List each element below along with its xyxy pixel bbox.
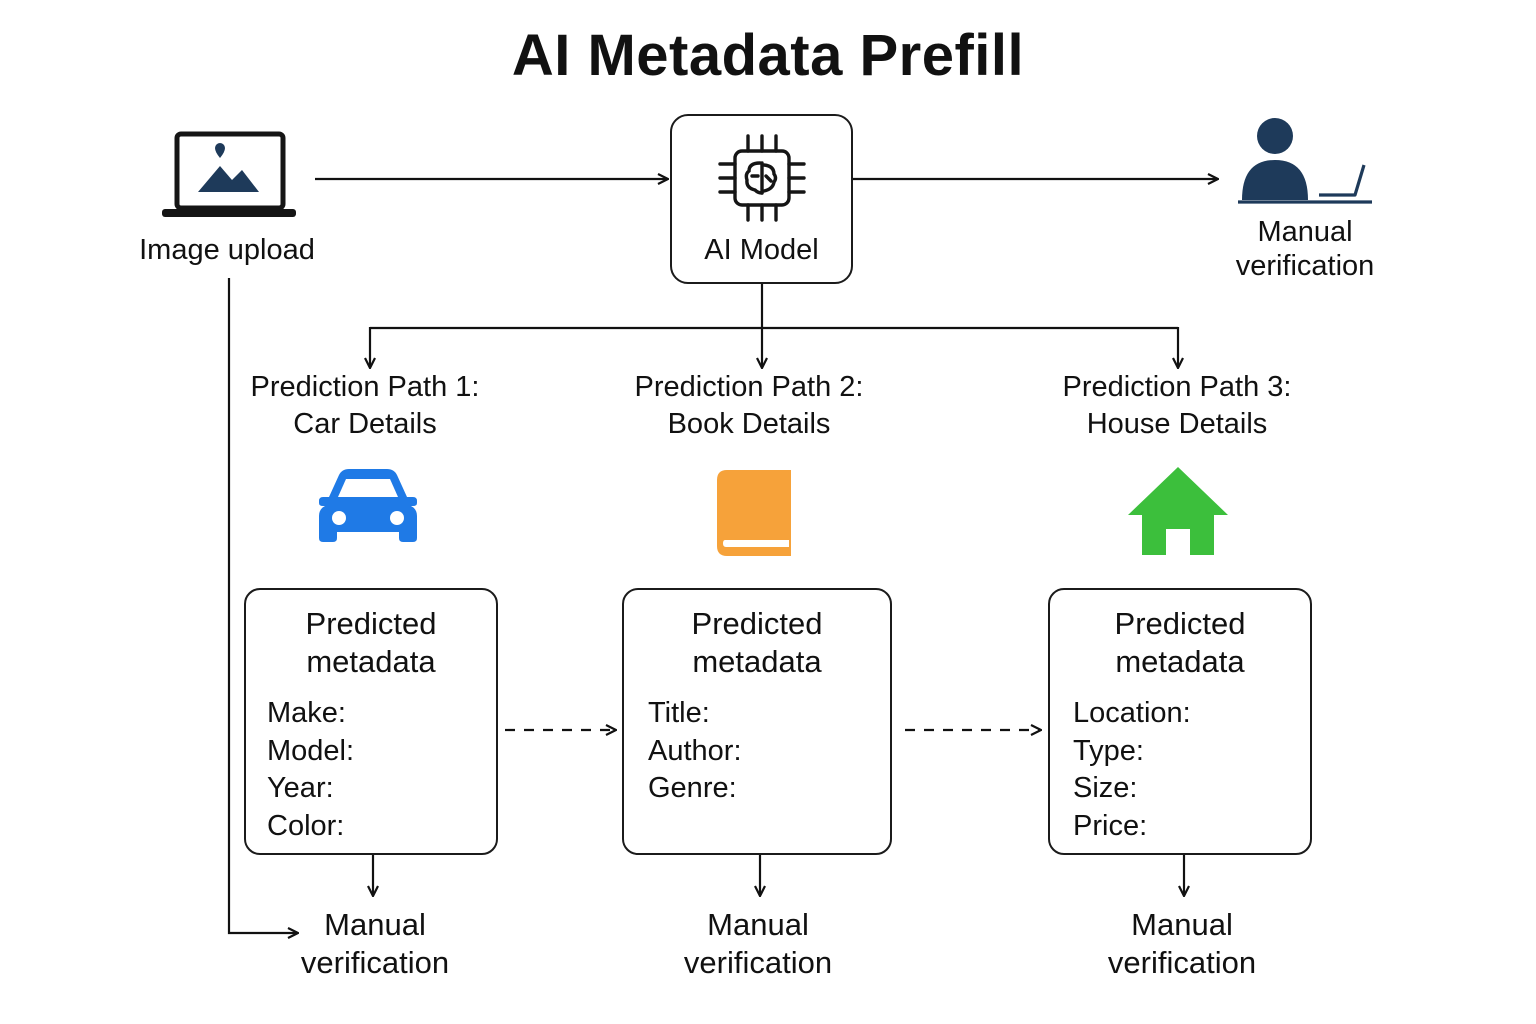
predicted-metadata-card-2: Predicted metadata Title: Author: Genre:: [622, 588, 892, 855]
top-verification-node: [1230, 112, 1380, 206]
field-location: Location:: [1073, 697, 1191, 729]
path-3-heading: Prediction Path 3: House Details: [1062, 371, 1292, 440]
house-icon: [1128, 467, 1228, 555]
book-icon: [717, 470, 791, 556]
verification-label-3: Manual verification: [1107, 907, 1257, 980]
path-1-heading: Prediction Path 1: Car Details: [250, 371, 480, 440]
field-make: Make:: [267, 697, 346, 729]
field-genre: Genre:: [648, 772, 737, 804]
path-2-heading: Prediction Path 2: Book Details: [634, 371, 864, 440]
field-price: Price:: [1073, 809, 1148, 842]
verification-label-1: Manual verification: [300, 907, 450, 980]
card-2-title: Predicted metadata: [691, 606, 823, 679]
field-size: Size:: [1073, 772, 1138, 804]
card-2-fields: Title: Author: Genre:: [624, 695, 890, 808]
field-color: Color:: [267, 809, 345, 842]
top-verification-label: Manual verification: [1235, 216, 1375, 282]
image-upload-node: [160, 130, 300, 222]
field-year: Year:: [267, 772, 334, 804]
card-1-fields: Make: Model: Year: Color:: [246, 695, 496, 845]
person-laptop-icon: [1238, 118, 1372, 204]
verification-label-2: Manual verification: [683, 907, 833, 980]
field-model: Model:: [267, 734, 355, 767]
card-1-title: Predicted metadata: [305, 606, 437, 679]
card-3-fields: Location: Type: Size: Price:: [1050, 695, 1310, 845]
field-title: Title:: [648, 697, 710, 729]
card-3-title: Predicted metadata: [1114, 606, 1246, 679]
field-author: Author:: [648, 734, 742, 767]
car-icon: [319, 469, 417, 542]
ai-chip-icon: [718, 134, 806, 222]
laptop-image-icon: [162, 131, 296, 217]
predicted-metadata-card-1: Predicted metadata Make: Model: Year: Co…: [244, 588, 498, 855]
field-type: Type:: [1073, 734, 1144, 767]
ai-model-label: AI Model: [704, 234, 819, 266]
diagram-title: AI Metadata Prefill: [511, 23, 1025, 88]
ai-model-node: AI Model: [670, 114, 853, 284]
predicted-metadata-card-3: Predicted metadata Location: Type: Size:…: [1048, 588, 1312, 855]
image-upload-label: Image upload: [139, 234, 315, 266]
